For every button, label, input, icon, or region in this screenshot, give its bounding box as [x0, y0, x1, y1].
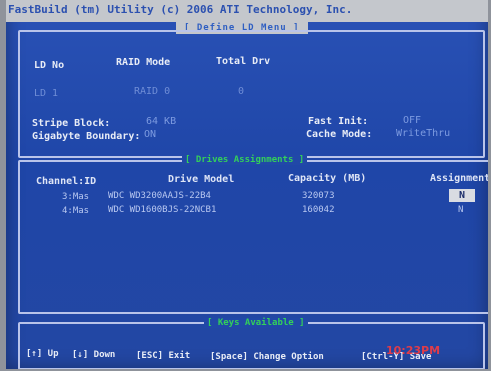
row-assignment-selected[interactable]: N	[449, 189, 475, 202]
row-channel-id: 3:Mas	[62, 192, 90, 202]
keys-available-legend: [ Keys Available ]	[204, 318, 308, 328]
stripe-block-value[interactable]: 64 KB	[146, 116, 176, 127]
title-bar: FastBuild (tm) Utility (c) 2006 ATI Tech…	[6, 0, 488, 22]
key-down: [↓] Down	[72, 350, 116, 360]
key-space-change-option: [Space] Change Option	[210, 352, 324, 362]
cache-mode-label: Cache Mode:	[306, 129, 373, 140]
drives-assignments-legend: [ Drives Assignments ]	[182, 155, 308, 165]
row-channel-id: 4:Mas	[62, 206, 90, 216]
channel-id-header: Channel:ID	[36, 176, 97, 187]
row-assignment[interactable]: N	[458, 205, 463, 215]
gigabyte-boundary-label: Gigabyte Boundary:	[32, 131, 141, 142]
key-up: [↑] Up	[26, 349, 59, 359]
capacity-header: Capacity (MB)	[288, 173, 367, 184]
total-drv-header: Total Drv	[216, 56, 271, 67]
key-esc-exit: [ESC] Exit	[136, 351, 191, 361]
assignment-header: Assignment	[430, 173, 488, 184]
camera-timestamp: 10:23PM	[386, 344, 441, 357]
ld-no-header: LD No	[34, 60, 65, 71]
raid-mode-value[interactable]: RAID 0	[134, 86, 170, 97]
stripe-block-label: Stripe Block:	[32, 118, 111, 129]
gigabyte-boundary-value[interactable]: ON	[144, 129, 156, 140]
row-capacity: 320073	[302, 191, 335, 201]
ld-no-value[interactable]: LD 1	[34, 88, 58, 99]
drive-model-header: Drive Model	[168, 174, 235, 185]
fast-init-label: Fast Init:	[308, 116, 369, 127]
cache-mode-value[interactable]: WriteThru	[396, 128, 450, 139]
total-drv-value: 0	[238, 86, 245, 97]
bios-screen: FastBuild (tm) Utility (c) 2006 ATI Tech…	[6, 0, 488, 369]
app-title: FastBuild (tm) Utility (c) 2006 ATI Tech…	[8, 3, 353, 16]
row-drive-model: WDC WD3200AAJS-22B4	[108, 191, 211, 201]
row-drive-model: WDC WD1600BJS-22NCB1	[108, 205, 217, 215]
fast-init-value[interactable]: OFF	[403, 115, 421, 126]
row-capacity: 160042	[302, 205, 335, 215]
raid-mode-header: RAID Mode	[116, 57, 171, 68]
